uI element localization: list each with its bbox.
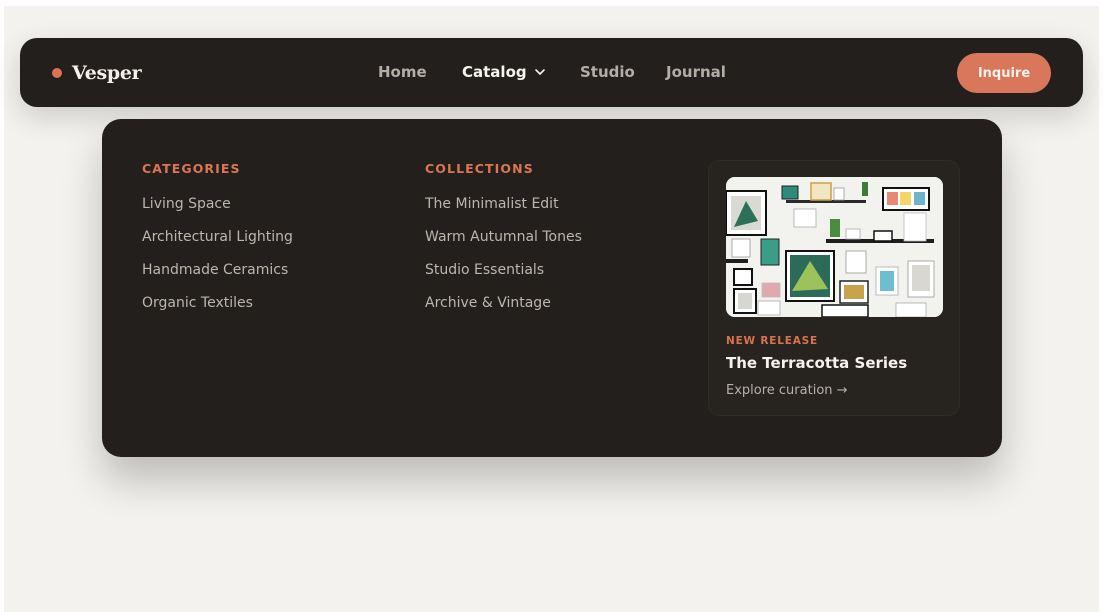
collections-heading: COLLECTIONS bbox=[425, 161, 534, 176]
featured-collection-card[interactable]: NEW RELEASE The Terracotta Series Explor… bbox=[708, 160, 960, 416]
categories-list: Living Space Architectural Lighting Hand… bbox=[142, 195, 293, 327]
nav-studio[interactable]: Studio bbox=[580, 63, 635, 81]
categories-heading: CATEGORIES bbox=[142, 161, 241, 176]
collections-column: COLLECTIONS The Minimalist Edit Warm Aut… bbox=[425, 161, 582, 327]
catalog-mega-menu: CATEGORIES Living Space Architectural Li… bbox=[102, 119, 1002, 457]
nav-catalog[interactable]: Catalog bbox=[462, 63, 546, 81]
brand-logo[interactable]: Vesper bbox=[52, 38, 142, 107]
inquire-button[interactable]: Inquire bbox=[957, 53, 1051, 93]
menu-item-warm-autumnal-tones[interactable]: Warm Autumnal Tones bbox=[425, 228, 582, 261]
nav-catalog-label: Catalog bbox=[462, 63, 527, 81]
feature-title: The Terracotta Series bbox=[726, 354, 908, 372]
menu-item-minimalist-edit[interactable]: The Minimalist Edit bbox=[425, 195, 582, 228]
menu-item-archive-vintage[interactable]: Archive & Vintage bbox=[425, 294, 582, 327]
explore-curation-link[interactable]: Explore curation → bbox=[726, 383, 848, 398]
top-navbar: Vesper Home Catalog Studio Journal Inqui… bbox=[20, 38, 1083, 107]
brand-name: Vesper bbox=[72, 61, 142, 84]
menu-item-organic-textiles[interactable]: Organic Textiles bbox=[142, 294, 293, 327]
menu-item-architectural-lighting[interactable]: Architectural Lighting bbox=[142, 228, 293, 261]
collections-list: The Minimalist Edit Warm Autumnal Tones … bbox=[425, 195, 582, 327]
gallery-wall-image bbox=[726, 177, 943, 317]
categories-column: CATEGORIES Living Space Architectural Li… bbox=[142, 161, 293, 327]
main-nav: Home Catalog Studio Journal bbox=[20, 38, 1083, 107]
chevron-down-icon bbox=[534, 69, 545, 75]
menu-item-handmade-ceramics[interactable]: Handmade Ceramics bbox=[142, 261, 293, 294]
menu-item-living-space[interactable]: Living Space bbox=[142, 195, 293, 228]
brand-dot-icon bbox=[52, 67, 62, 78]
menu-item-studio-essentials[interactable]: Studio Essentials bbox=[425, 261, 582, 294]
nav-home[interactable]: Home bbox=[378, 63, 427, 81]
nav-journal[interactable]: Journal bbox=[666, 63, 726, 81]
feature-kicker: NEW RELEASE bbox=[726, 335, 818, 347]
